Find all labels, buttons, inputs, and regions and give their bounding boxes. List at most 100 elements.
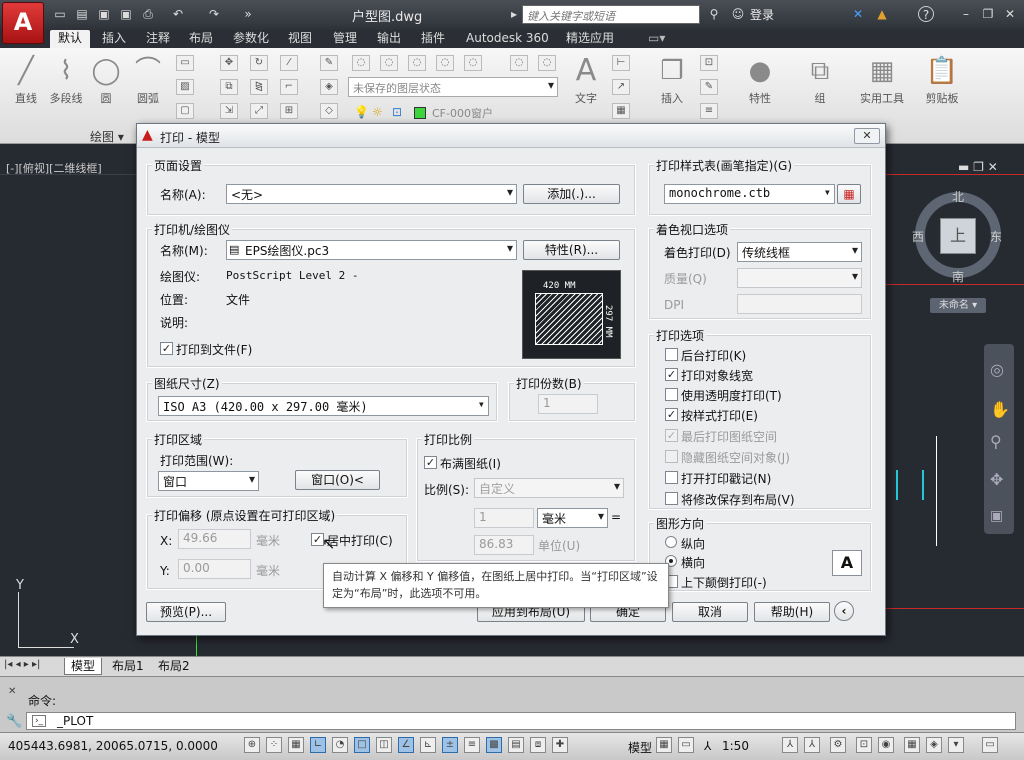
offset-y-input[interactable]: 0.00 <box>178 559 251 579</box>
polyline-tool[interactable]: ⌇ 多段线 <box>44 52 88 112</box>
trim-icon[interactable]: ⁄ <box>280 55 298 71</box>
array-icon[interactable]: ⊞ <box>280 103 298 119</box>
plot-dialog-titlebar[interactable] <box>137 124 885 148</box>
more-options-button[interactable]: ‹ <box>834 601 854 621</box>
transparency-icon[interactable]: ▩ <box>486 737 502 753</box>
scale-dropdown[interactable]: 自定义 <box>474 478 624 498</box>
3dosnap-icon[interactable]: ◫ <box>376 737 392 753</box>
cancel-button[interactable]: 取消 <box>672 602 748 622</box>
tab-annotate[interactable]: 注释 <box>138 30 178 48</box>
dpi-input[interactable] <box>737 294 862 314</box>
layer-match-icon[interactable]: ◇ <box>320 103 338 119</box>
plot-icon[interactable]: ⎙ <box>140 6 156 22</box>
lock-ui-icon[interactable]: ⊡ <box>856 737 872 753</box>
clean-screen-icon[interactable]: ▭ <box>982 737 998 753</box>
attribute-icon[interactable]: ≡ <box>700 103 718 119</box>
tab-layout1[interactable]: 布局1 <box>106 658 150 675</box>
lock-icon[interactable]: ⊡ <box>392 105 402 119</box>
layer-tool-6-icon[interactable]: ◌ <box>510 55 528 71</box>
quick-props-icon[interactable]: ▤ <box>508 737 524 753</box>
hatch-icon[interactable]: ▨ <box>176 79 194 95</box>
tab-layout2[interactable]: 布局2 <box>152 658 196 675</box>
tab-insert[interactable]: 插入 <box>94 30 134 48</box>
paper-size-dropdown[interactable]: ISO A3 (420.00 x 297.00 毫米) <box>158 396 489 416</box>
more-tools-icon[interactable]: » <box>240 6 256 22</box>
viewcube-top[interactable]: 上 <box>940 218 976 254</box>
open-icon[interactable]: ▤ <box>74 6 90 22</box>
command-prompt-icon[interactable]: ›_ <box>32 715 46 727</box>
option-checkbox-transparency[interactable] <box>665 388 678 401</box>
option-checkbox-save-to-layout[interactable] <box>665 492 678 505</box>
tab-manage[interactable]: 管理 <box>325 30 365 48</box>
application-menu-button[interactable]: A <box>2 2 44 44</box>
layer-tool-1-icon[interactable]: ◌ <box>352 55 370 71</box>
tab-default[interactable]: 默认 <box>50 30 91 48</box>
rect-icon[interactable]: ▭ <box>176 55 194 71</box>
hardware-accel-icon[interactable]: ▦ <box>904 737 920 753</box>
shade-plot-dropdown[interactable]: 传统线框 <box>737 242 862 262</box>
tab-plugins[interactable]: 插件 <box>413 30 453 48</box>
command-input[interactable]: _PLOT <box>26 712 1016 730</box>
offset-x-input[interactable]: 49.66 <box>178 529 251 549</box>
status-bar-menu-icon[interactable]: ▾ <box>948 737 964 753</box>
coordinate-readout[interactable]: 405443.6981, 20065.0715, 0.0000 <box>8 739 218 753</box>
group-tool[interactable]: ⧉ 组 <box>798 52 842 112</box>
wcs-menu[interactable]: 未命名 ▾ <box>930 298 986 313</box>
user-icon[interactable]: ☺ <box>730 6 746 22</box>
annotation-scale[interactable]: 1:50 <box>722 739 749 753</box>
save-as-icon[interactable]: ▣ <box>118 6 134 22</box>
zoom-icon[interactable]: ⚲ <box>990 432 1002 451</box>
edit-block-icon[interactable]: ✎ <box>700 79 718 95</box>
orbit-icon[interactable]: ✥ <box>990 470 1003 489</box>
option-checkbox-lineweights[interactable]: ✓ <box>665 368 678 381</box>
search-input[interactable]: 键入关键字或短语 <box>522 5 700 24</box>
arc-tool[interactable]: ⌒ 圆弧 <box>126 52 170 112</box>
save-icon[interactable]: ▣ <box>96 6 112 22</box>
grid-icon[interactable]: ▦ <box>288 737 304 753</box>
tab-output[interactable]: 输出 <box>369 30 409 48</box>
isolate-icon[interactable]: ◉ <box>878 737 894 753</box>
dyn-icon[interactable]: ± <box>442 737 458 753</box>
plot-to-file-checkbox[interactable]: ✓ <box>160 342 173 355</box>
compass-west[interactable]: 西 <box>912 228 924 245</box>
tab-parametric[interactable]: 参数化 <box>225 30 277 48</box>
layout-nav-arrows-icon[interactable]: |◂ ◂ ▸ ▸| <box>4 659 40 670</box>
tab-layout[interactable]: 布局 <box>181 30 221 48</box>
utilities-tool[interactable]: ▦ 实用工具 <box>856 52 908 112</box>
compass-east[interactable]: 东 <box>990 228 1002 245</box>
minimize-icon[interactable]: – <box>958 6 974 22</box>
layer-props-icon[interactable]: ✎ <box>320 55 338 71</box>
option-checkbox-hide-objects[interactable] <box>665 450 678 463</box>
help-button[interactable]: 帮助(H) <box>754 602 830 622</box>
fit-to-paper-checkbox[interactable]: ✓ <box>424 456 437 469</box>
infer-constraints-icon[interactable]: ⊕ <box>244 737 260 753</box>
layer-tool-2-icon[interactable]: ◌ <box>380 55 398 71</box>
tab-view[interactable]: 视图 <box>280 30 320 48</box>
stretch-icon[interactable]: ⇲ <box>220 103 238 119</box>
mirror-icon[interactable]: ⧎ <box>250 79 268 95</box>
clipboard-tool[interactable]: 📋 剪贴板 <box>920 52 964 112</box>
showmotion-icon[interactable]: ▣ <box>990 508 1003 524</box>
close-icon[interactable]: ✕ <box>1002 6 1018 22</box>
current-layer-dropdown[interactable]: CF-000窗户 <box>428 104 558 122</box>
option-checkbox-plot-styles[interactable]: ✓ <box>665 408 678 421</box>
command-close-icon[interactable]: ✕ <box>8 686 16 697</box>
lightbulb-icon[interactable]: 💡 <box>354 105 369 119</box>
new-icon[interactable]: ▭ <box>52 6 68 22</box>
sun-icon[interactable]: ☼ <box>372 105 383 119</box>
scale-denominator-input[interactable]: 86.83 <box>474 535 534 555</box>
binoculars-icon[interactable]: ⚲ <box>706 6 722 22</box>
search-arrow-icon[interactable]: ▸ <box>506 6 522 22</box>
printer-properties-button[interactable]: 特性(R)... <box>523 240 620 260</box>
preview-button[interactable]: 预览(P)... <box>146 602 226 622</box>
window-button[interactable]: 窗口(O)< <box>295 470 380 490</box>
tab-featured-apps[interactable]: 精选应用 <box>558 30 622 48</box>
ortho-icon[interactable]: ∟ <box>310 737 326 753</box>
osnap-icon[interactable]: □ <box>354 737 370 753</box>
layer-tool-7-icon[interactable]: ◌ <box>538 55 556 71</box>
quality-dropdown[interactable] <box>737 268 862 288</box>
region-icon[interactable]: ▢ <box>176 103 194 119</box>
ducs-icon[interactable]: ⊾ <box>420 737 436 753</box>
edit-style-icon[interactable]: ▦ <box>837 184 861 204</box>
tab-model[interactable]: 模型 <box>64 658 103 675</box>
